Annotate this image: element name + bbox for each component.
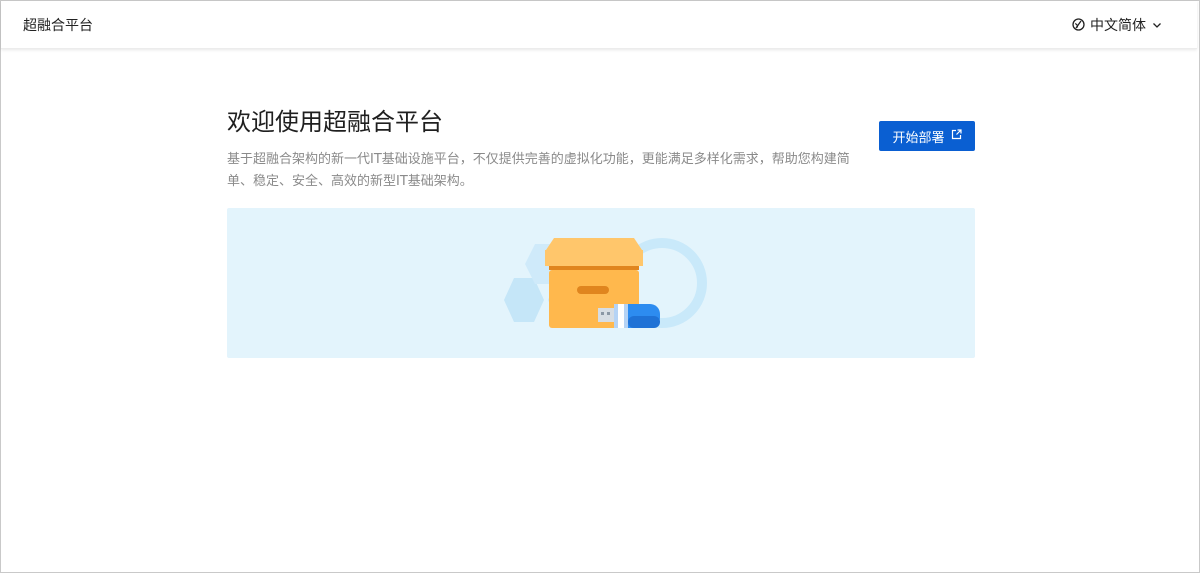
page-title: 欢迎使用超融合平台 [227,108,443,136]
start-deploy-label: 开始部署 [892,130,945,146]
globe-icon [1072,18,1085,31]
welcome-section: 欢迎使用超融合平台 基于超融合架构的新一代IT基础设施平台，不仅提供完善的虚拟化… [227,106,975,193]
app-title: 超融合平台 [23,17,93,34]
welcome-banner [227,208,975,358]
deploy-illustration [504,238,707,328]
language-label: 中文简体 [1090,17,1146,34]
chevron-down-icon [1151,19,1163,31]
top-bar: 超融合平台 中文简体 [1,1,1197,49]
start-deploy-button[interactable]: 开始部署 [879,121,975,151]
external-link-icon [951,128,962,144]
language-selector[interactable]: 中文简体 [1072,15,1163,35]
page-description: 基于超融合架构的新一代IT基础设施平台，不仅提供完善的虚拟化功能，更能满足多样化… [227,152,850,189]
